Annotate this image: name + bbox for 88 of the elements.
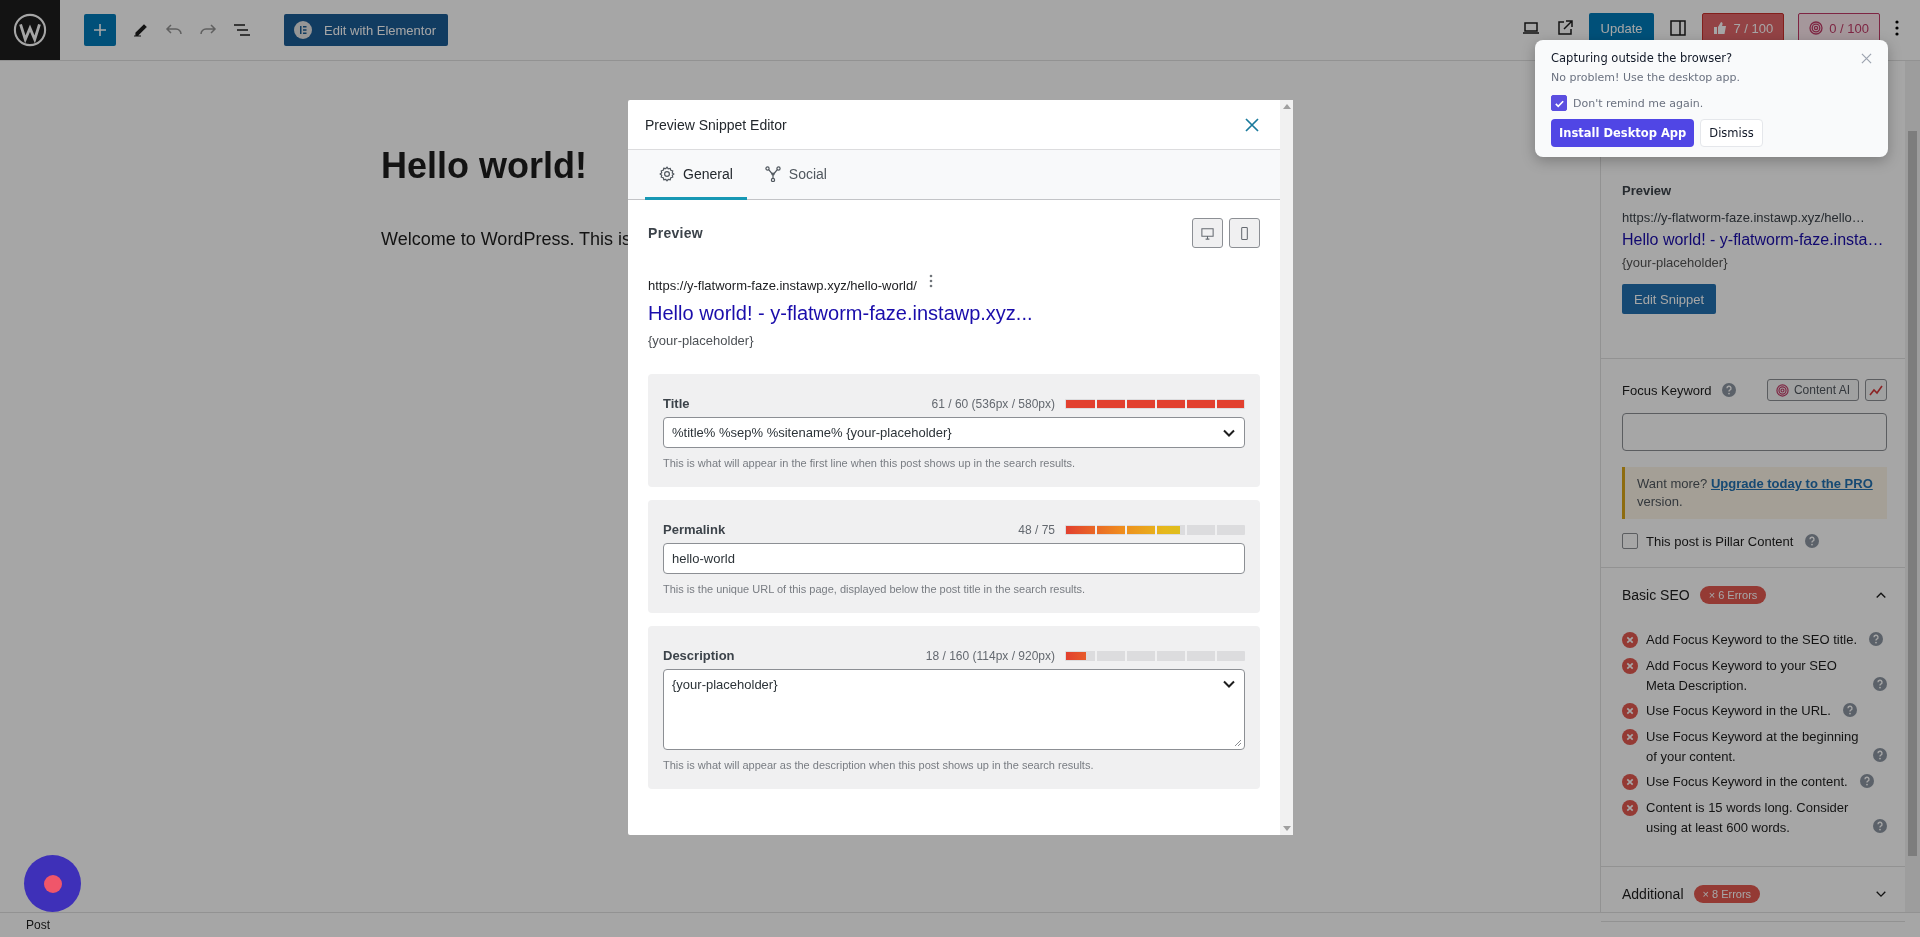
checkbox-label: Don't remind me again. bbox=[1573, 96, 1704, 110]
help-icon[interactable] bbox=[1873, 819, 1887, 833]
desktop-icon bbox=[1200, 225, 1215, 241]
dont-remind-checkbox[interactable] bbox=[1551, 95, 1567, 111]
trend-chart-icon bbox=[1869, 383, 1883, 397]
scroll-up-icon[interactable] bbox=[1282, 104, 1291, 109]
pillar-content-label: This post is Pillar Content bbox=[1646, 533, 1794, 549]
error-icon bbox=[1622, 800, 1638, 816]
help-icon[interactable] bbox=[1873, 677, 1887, 691]
scrollbar-thumb[interactable] bbox=[1908, 131, 1917, 856]
error-icon bbox=[1622, 658, 1638, 674]
gear-icon bbox=[659, 165, 675, 182]
error-icon bbox=[1622, 703, 1638, 719]
help-icon[interactable] bbox=[1842, 703, 1857, 717]
permalink-field[interactable]: hello-world bbox=[663, 543, 1245, 574]
record-button[interactable] bbox=[24, 855, 81, 912]
snippet-title: Hello world! - y-flatworm-faze.insta… bbox=[1622, 231, 1885, 249]
thumbs-up-icon bbox=[1713, 21, 1728, 35]
popup-text: No problem! Use the desktop app. bbox=[1551, 71, 1742, 84]
section-title[interactable]: Basic SEO bbox=[1622, 587, 1690, 603]
dismiss-button[interactable]: Dismiss bbox=[1700, 119, 1763, 147]
snippet-url: https://y-flatworm-faze.instawp.xyz/hello-world/ bbox=[648, 278, 917, 293]
help-icon[interactable] bbox=[1805, 534, 1820, 548]
field-hint: This is what will appear as the description when this post shows up in the search results. bbox=[663, 759, 1095, 771]
preview-heading: Preview bbox=[648, 225, 704, 241]
field-hint: This is the unique URL of this page, displayed below the post title in the search results. bbox=[663, 583, 1087, 595]
nodes-icon bbox=[764, 165, 781, 182]
error-icon bbox=[1622, 729, 1638, 745]
snippet-title: Hello world! - y-flatworm-faze.instawp.xyz... bbox=[648, 302, 1034, 325]
post-title[interactable]: Hello world! bbox=[381, 145, 587, 187]
edit-with-elementor-button[interactable]: Edit with Elementor bbox=[284, 14, 448, 46]
record-icon bbox=[42, 873, 63, 894]
check-item-text: Add Focus Keyword to your SEO Meta Description. bbox=[1646, 657, 1838, 695]
dialog-title: Preview Snippet Editor bbox=[645, 116, 787, 133]
edit-snippet-button[interactable]: Edit Snippet bbox=[1622, 284, 1717, 314]
add-block-button[interactable] bbox=[84, 14, 116, 46]
snippet-url: https://y-flatworm-faze.instawp.xyz/hello… bbox=[1622, 210, 1866, 225]
check-item-text: Add Focus Keyword to the SEO title. bbox=[1646, 631, 1857, 649]
error-badge: × 6 Errors bbox=[1699, 586, 1767, 604]
elementor-icon bbox=[294, 21, 312, 39]
field-label: Title bbox=[663, 396, 690, 411]
close-button[interactable] bbox=[1861, 52, 1872, 64]
check-item-text: Use Focus Keyword in the content. bbox=[1646, 773, 1848, 791]
description-field[interactable]: {your-placeholder} bbox=[663, 669, 1245, 750]
field-label: Description bbox=[663, 648, 735, 663]
status-label[interactable]: Post bbox=[26, 918, 50, 932]
more-options-icon[interactable] bbox=[928, 273, 933, 288]
update-button[interactable]: Update bbox=[1588, 13, 1655, 43]
close-button[interactable] bbox=[1244, 116, 1260, 133]
help-icon[interactable] bbox=[1721, 383, 1736, 397]
more-options-icon[interactable] bbox=[1894, 18, 1900, 38]
error-icon bbox=[1622, 632, 1638, 648]
upgrade-link[interactable]: Upgrade today to the PRO bbox=[1710, 476, 1873, 491]
focus-keyword-field[interactable] bbox=[1622, 413, 1887, 451]
error-icon bbox=[1622, 774, 1638, 790]
character-counter: 48 / 75 bbox=[1018, 522, 1055, 537]
install-app-button[interactable]: Install Desktop App bbox=[1551, 119, 1695, 147]
content-ai-button[interactable]: Content AI bbox=[1766, 379, 1859, 401]
popup-title: Capturing outside the browser? bbox=[1551, 51, 1733, 65]
error-badge: × 8 Errors bbox=[1693, 885, 1761, 903]
resize-grip-icon[interactable] bbox=[1234, 739, 1242, 747]
tab[interactable]: Social bbox=[750, 150, 841, 200]
field-label: Permalink bbox=[663, 522, 726, 537]
mobile-preview-button[interactable] bbox=[1229, 218, 1260, 248]
check-item-text: Use Focus Keyword in the URL. bbox=[1646, 702, 1831, 720]
desktop-preview-button[interactable] bbox=[1192, 218, 1223, 248]
help-icon[interactable] bbox=[1859, 774, 1874, 788]
field-hint: This is what will appear in the first line when this post shows up in the search results. bbox=[663, 457, 1077, 469]
section-title[interactable]: Additional bbox=[1622, 886, 1684, 902]
pillar-checkbox[interactable] bbox=[1622, 533, 1638, 549]
sidebar-toggle-icon[interactable] bbox=[1668, 18, 1689, 38]
check-item-text: Use Focus Keyword at the beginning of your content. bbox=[1646, 728, 1860, 766]
title-template-field[interactable]: %title% %sep% %sitename% {your-placeholder} bbox=[663, 417, 1245, 448]
character-counter: 18 / 160 (114px / 920px) bbox=[925, 648, 1055, 663]
help-icon[interactable] bbox=[1873, 748, 1887, 762]
focus-keyword-label: Focus Keyword bbox=[1622, 382, 1712, 398]
wordpress-logo-icon[interactable] bbox=[13, 13, 47, 47]
preview-heading: Preview bbox=[1622, 183, 1672, 198]
trends-button[interactable] bbox=[1865, 379, 1887, 401]
plus-icon bbox=[92, 22, 108, 38]
character-counter: 61 / 60 (536px / 580px) bbox=[931, 396, 1055, 411]
snippet-description: {your-placeholder} bbox=[1622, 255, 1729, 270]
scroll-down-icon[interactable] bbox=[1282, 826, 1291, 831]
check-item-text: Content is 15 words long. Consider using at least 600 words. bbox=[1646, 799, 1850, 837]
snippet-description: {your-placeholder} bbox=[648, 333, 755, 348]
upgrade-notice: Want more? Upgrade today to the PRO version. bbox=[1622, 467, 1887, 519]
tab[interactable]: General bbox=[645, 150, 747, 200]
help-icon[interactable] bbox=[1869, 632, 1883, 646]
